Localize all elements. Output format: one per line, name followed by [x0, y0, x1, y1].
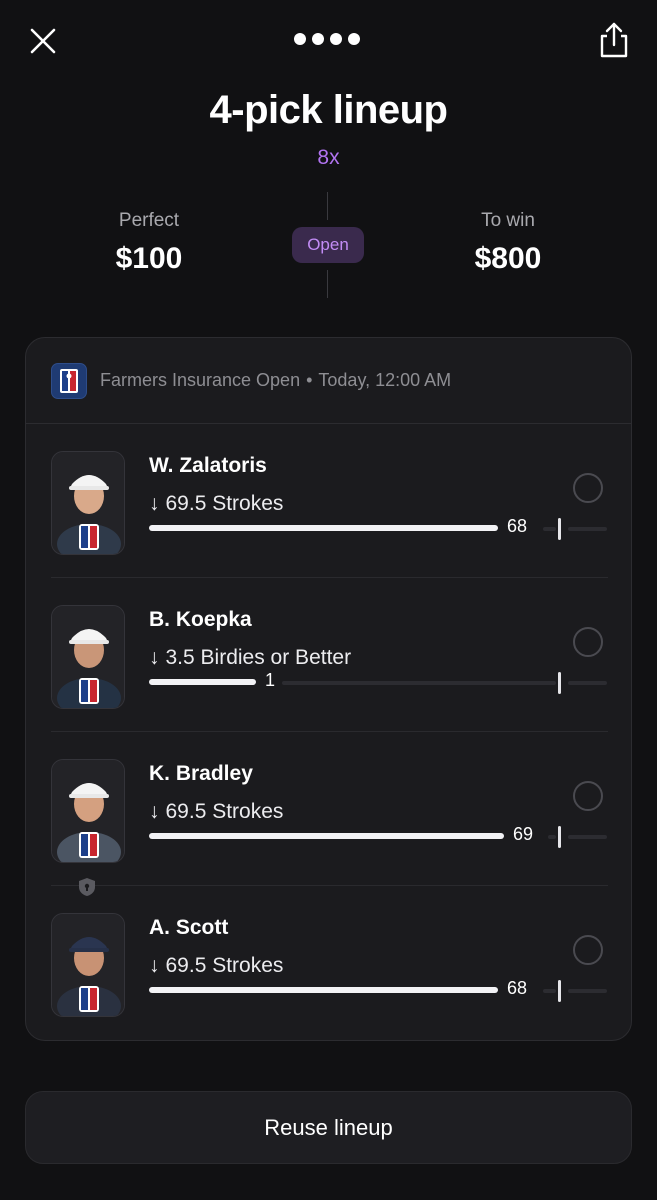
- divider-top: [327, 192, 328, 220]
- towin-value: $800: [474, 242, 542, 275]
- pick-stat: 3.5 Birdies or Better: [165, 646, 352, 669]
- event-separator: •: [306, 370, 313, 390]
- pga-tour-logo-icon: [51, 363, 87, 399]
- perfect-label: Perfect: [118, 210, 180, 231]
- player-avatar: [51, 913, 125, 1017]
- arrow-down-icon: ↓: [149, 954, 160, 977]
- event-info: Farmers Insurance Open • Today, 12:00 AM: [100, 370, 451, 391]
- arrow-down-icon: ↓: [149, 800, 160, 823]
- pick-line: ↓ 3.5 Birdies or Better: [149, 646, 351, 670]
- page-indicator: [294, 33, 360, 45]
- progress-track-end: [568, 989, 607, 993]
- payout-multiplier: 8x: [317, 146, 340, 169]
- pick-row[interactable]: K. Bradley ↓ 69.5 Strokes 69: [26, 732, 631, 886]
- progress-value: 1: [265, 670, 276, 690]
- progress-track: [543, 527, 556, 531]
- progress-track-end: [568, 681, 607, 685]
- pick-row[interactable]: B. Koepka ↓ 3.5 Birdies or Better 1: [26, 578, 631, 732]
- progress-value: 68: [507, 516, 528, 536]
- player-avatar: [51, 451, 125, 555]
- progress-track: [543, 989, 556, 993]
- select-radio[interactable]: [573, 935, 603, 965]
- close-icon[interactable]: [26, 24, 60, 58]
- top-bar: [0, 0, 657, 80]
- towin-stat: To win $800: [408, 210, 608, 276]
- player-name: A. Scott: [149, 916, 229, 939]
- line-marker: [558, 518, 561, 540]
- page-dot: [348, 33, 360, 45]
- pick-line: ↓ 69.5 Strokes: [149, 954, 283, 978]
- arrow-down-icon: ↓: [149, 646, 160, 669]
- player-name: W. Zalatoris: [149, 454, 267, 477]
- player-avatar: [51, 605, 125, 709]
- pick-row[interactable]: A. Scott ↓ 69.5 Strokes 68: [26, 886, 631, 1040]
- select-radio[interactable]: [573, 627, 603, 657]
- event-header: Farmers Insurance Open • Today, 12:00 AM: [26, 338, 631, 424]
- lineup-title: 4-pick lineup: [209, 88, 449, 132]
- picks-card: Farmers Insurance Open • Today, 12:00 AM W…: [25, 337, 632, 1041]
- player-name: B. Koepka: [149, 608, 252, 631]
- towin-label: To win: [481, 210, 535, 231]
- progress-track-end: [568, 527, 607, 531]
- line-marker: [558, 980, 561, 1002]
- progress-track: [282, 681, 556, 685]
- progress-value: 68: [507, 978, 528, 998]
- progress-fill: [149, 833, 504, 839]
- pick-stat: 69.5 Strokes: [165, 800, 284, 823]
- lock-icon: [79, 878, 95, 896]
- pick-line: ↓ 69.5 Strokes: [149, 800, 283, 824]
- perfect-value: $100: [115, 242, 183, 275]
- line-marker: [558, 672, 561, 694]
- player-name: K. Bradley: [149, 762, 253, 785]
- perfect-stat: Perfect $100: [49, 210, 249, 276]
- status-badge: Open: [292, 227, 364, 263]
- page-dot: [330, 33, 342, 45]
- page-dot: [294, 33, 306, 45]
- pick-stat: 69.5 Strokes: [165, 954, 284, 977]
- arrow-down-icon: ↓: [149, 492, 160, 515]
- progress-fill: [149, 525, 498, 531]
- progress-fill: [149, 987, 498, 993]
- pick-line: ↓ 69.5 Strokes: [149, 492, 283, 516]
- select-radio[interactable]: [573, 781, 603, 811]
- reuse-lineup-button[interactable]: Reuse lineup: [25, 1091, 632, 1164]
- page-dot: [312, 33, 324, 45]
- progress-track-end: [568, 835, 607, 839]
- share-icon[interactable]: [596, 20, 632, 60]
- progress-value: 69: [513, 824, 534, 844]
- pick-row[interactable]: W. Zalatoris ↓ 69.5 Strokes 68: [26, 424, 631, 578]
- player-avatar: [51, 759, 125, 863]
- progress-track: [548, 835, 556, 839]
- divider-bottom: [327, 270, 328, 298]
- line-marker: [558, 826, 561, 848]
- event-name: Farmers Insurance Open: [100, 370, 301, 390]
- select-radio[interactable]: [573, 473, 603, 503]
- progress-fill: [149, 679, 256, 685]
- pick-stat: 69.5 Strokes: [165, 492, 284, 515]
- event-time: Today, 12:00 AM: [318, 370, 452, 390]
